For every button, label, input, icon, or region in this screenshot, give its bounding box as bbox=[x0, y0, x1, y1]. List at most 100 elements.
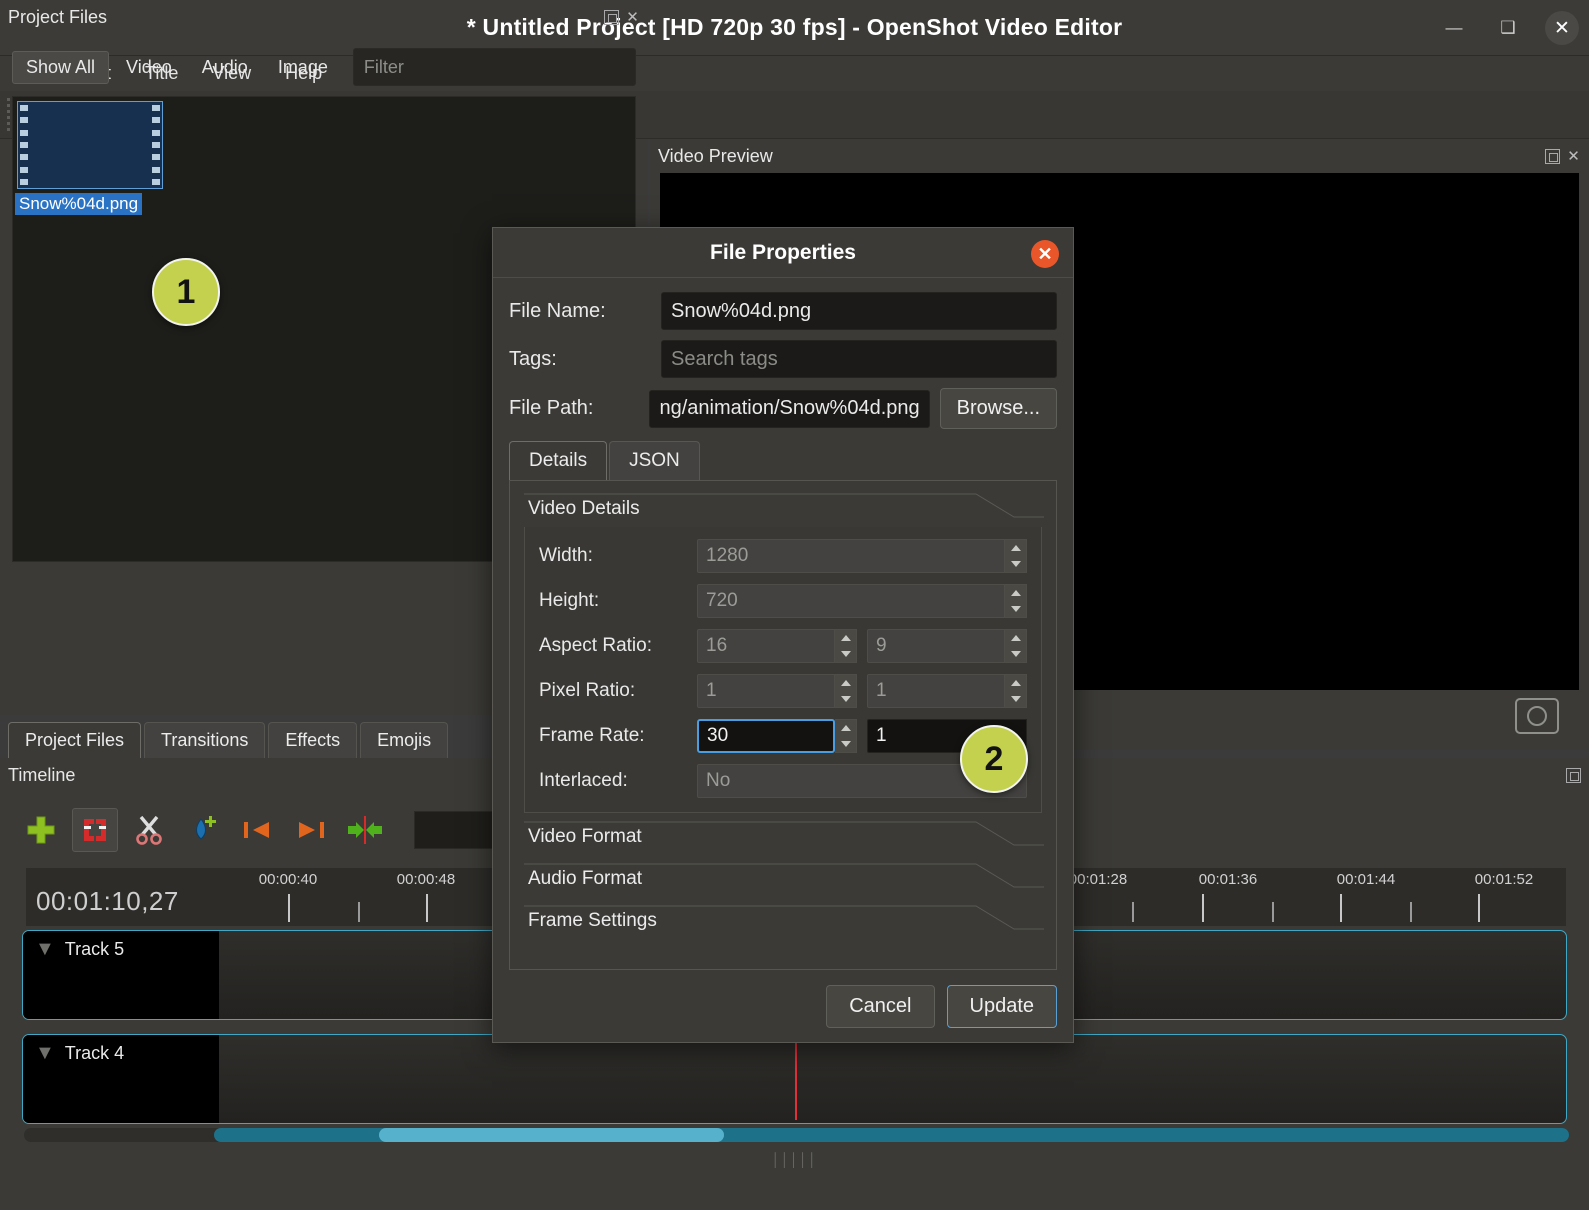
timeline-horizontal-scrollbar[interactable] bbox=[24, 1128, 1569, 1142]
width-label: Width: bbox=[539, 545, 697, 567]
tab-transitions[interactable]: Transitions bbox=[144, 722, 265, 758]
ruler-tick bbox=[288, 894, 290, 922]
width-spinner[interactable]: 1280 bbox=[697, 539, 1027, 573]
height-stepper[interactable] bbox=[1005, 584, 1027, 618]
browse-button[interactable]: Browse... bbox=[940, 388, 1057, 429]
pixel-ratio-numerator-stepper[interactable] bbox=[835, 674, 857, 708]
track-label: Track 5 bbox=[65, 939, 124, 960]
track-header[interactable]: ▼ Track 5 bbox=[23, 931, 219, 1019]
tab-json[interactable]: JSON bbox=[609, 441, 700, 480]
float-timeline-icon[interactable] bbox=[1566, 768, 1581, 783]
aspect-ratio-numerator-spinner[interactable]: 16 bbox=[697, 629, 857, 663]
project-files-header: Project Files ✕ bbox=[0, 0, 648, 34]
filter-audio[interactable]: Audio bbox=[189, 52, 261, 83]
float-preview-icon[interactable] bbox=[1545, 149, 1560, 164]
track-header[interactable]: ▼ Track 4 bbox=[23, 1035, 219, 1123]
project-files-dock-buttons: ✕ bbox=[604, 10, 640, 25]
ruler-label-0: 00:00:40 bbox=[259, 871, 317, 888]
dialog-close-button[interactable]: ✕ bbox=[1031, 240, 1059, 268]
tab-effects[interactable]: Effects bbox=[268, 722, 357, 758]
film-sprockets-right-icon bbox=[150, 102, 162, 188]
close-panel-icon[interactable]: ✕ bbox=[625, 10, 640, 25]
aspect-ratio-numerator-input[interactable]: 16 bbox=[697, 629, 835, 663]
aspect-ratio-denominator-stepper[interactable] bbox=[1005, 629, 1027, 663]
chevron-down-icon[interactable]: ▼ bbox=[35, 1043, 55, 1063]
close-preview-icon[interactable]: ✕ bbox=[1566, 149, 1581, 164]
pixel-ratio-denominator-spinner[interactable]: 1 bbox=[867, 674, 1027, 708]
maximize-button[interactable]: ❑ bbox=[1491, 11, 1525, 45]
center-playhead-icon bbox=[345, 813, 385, 847]
ruler-tick bbox=[1410, 902, 1412, 922]
tab-project-files[interactable]: Project Files bbox=[8, 722, 141, 758]
tags-row: Tags: Search tags bbox=[509, 340, 1057, 378]
annotation-badge-1: 1 bbox=[152, 258, 220, 326]
pixel-ratio-denominator-stepper[interactable] bbox=[1005, 674, 1027, 708]
ruler-tick bbox=[1272, 902, 1274, 922]
frame-settings-label: Frame Settings bbox=[528, 910, 657, 932]
file-path-input[interactable]: ng/animation/Snow%04d.png bbox=[649, 390, 929, 428]
width-row: Width: 1280 bbox=[539, 539, 1027, 573]
chevron-down-icon[interactable]: ▼ bbox=[35, 939, 55, 959]
add-marker-button[interactable] bbox=[180, 808, 226, 852]
frame-settings-group-header[interactable]: Frame Settings bbox=[524, 905, 1042, 939]
pixel-ratio-denominator-input[interactable]: 1 bbox=[867, 674, 1005, 708]
project-file-thumbnail[interactable] bbox=[17, 101, 163, 189]
file-path-row: File Path: ng/animation/Snow%04d.png Bro… bbox=[509, 388, 1057, 429]
openshot-window: * Untitled Project [HD 720p 30 fps] - Op… bbox=[0, 0, 1589, 1210]
video-format-group-header[interactable]: Video Format bbox=[524, 821, 1042, 855]
project-files-filter-bar: Show All Video Audio Image Filter bbox=[12, 48, 636, 86]
next-marker-button[interactable] bbox=[288, 808, 334, 852]
cancel-button[interactable]: Cancel bbox=[826, 985, 934, 1028]
aspect-ratio-numerator-stepper[interactable] bbox=[835, 629, 857, 663]
pixel-ratio-numerator-spinner[interactable]: 1 bbox=[697, 674, 857, 708]
interlaced-label: Interlaced: bbox=[539, 770, 697, 792]
file-name-label: File Name: bbox=[509, 300, 661, 323]
dialog-title-bar: File Properties ✕ bbox=[493, 228, 1073, 278]
project-files-filter-input[interactable]: Filter bbox=[353, 48, 636, 86]
dialog-body: File Name: Snow%04d.png Tags: Search tag… bbox=[493, 278, 1073, 429]
height-row: Height: 720 bbox=[539, 584, 1027, 618]
snapshot-camera-button[interactable] bbox=[1515, 698, 1559, 734]
pixel-ratio-numerator-input[interactable]: 1 bbox=[697, 674, 835, 708]
close-button[interactable]: ✕ bbox=[1545, 11, 1579, 45]
previous-marker-button[interactable] bbox=[234, 808, 280, 852]
height-spinner[interactable]: 720 bbox=[697, 584, 1027, 618]
frame-rate-numerator-input[interactable]: 30 bbox=[697, 719, 835, 753]
video-details-label: Video Details bbox=[528, 498, 640, 520]
next-marker-icon bbox=[294, 813, 328, 847]
float-panel-icon[interactable] bbox=[604, 10, 619, 25]
dialog-footer: Cancel Update bbox=[826, 985, 1057, 1028]
width-stepper[interactable] bbox=[1005, 539, 1027, 573]
height-input[interactable]: 720 bbox=[697, 584, 1005, 618]
scrollbar-thumb[interactable] bbox=[379, 1128, 724, 1142]
ruler-tick bbox=[358, 902, 360, 922]
snapping-magnet-icon bbox=[78, 813, 112, 847]
panel-resize-handle[interactable]: │││││ bbox=[772, 1152, 818, 1167]
filter-show-all[interactable]: Show All bbox=[12, 51, 109, 84]
tab-emojis[interactable]: Emojis bbox=[360, 722, 448, 758]
project-file-label[interactable]: Snow%04d.png bbox=[15, 193, 142, 215]
razor-tool-button[interactable] bbox=[126, 808, 172, 852]
snapping-toggle-button[interactable] bbox=[72, 808, 118, 852]
update-button[interactable]: Update bbox=[947, 985, 1058, 1028]
width-input[interactable]: 1280 bbox=[697, 539, 1005, 573]
interlaced-row: Interlaced: No bbox=[539, 764, 1027, 798]
ruler-tick bbox=[1478, 894, 1480, 922]
tags-input[interactable]: Search tags bbox=[661, 340, 1057, 378]
playhead-marker[interactable] bbox=[795, 1040, 797, 1120]
frame-rate-label: Frame Rate: bbox=[539, 725, 697, 747]
aspect-ratio-denominator-spinner[interactable]: 9 bbox=[867, 629, 1027, 663]
project-files-title: Project Files bbox=[8, 7, 107, 28]
frame-rate-numerator-stepper[interactable] bbox=[835, 719, 857, 753]
center-playhead-button[interactable] bbox=[342, 808, 388, 852]
add-track-button[interactable] bbox=[18, 808, 64, 852]
frame-rate-numerator-spinner[interactable]: 30 bbox=[697, 719, 857, 753]
aspect-ratio-denominator-input[interactable]: 9 bbox=[867, 629, 1005, 663]
audio-format-group-header[interactable]: Audio Format bbox=[524, 863, 1042, 897]
video-details-group-header[interactable]: Video Details bbox=[524, 493, 1042, 527]
minimize-button[interactable]: — bbox=[1437, 11, 1471, 45]
filter-image[interactable]: Image bbox=[265, 52, 341, 83]
file-name-input[interactable]: Snow%04d.png bbox=[661, 292, 1057, 330]
filter-video[interactable]: Video bbox=[113, 52, 185, 83]
tab-details[interactable]: Details bbox=[509, 441, 607, 480]
